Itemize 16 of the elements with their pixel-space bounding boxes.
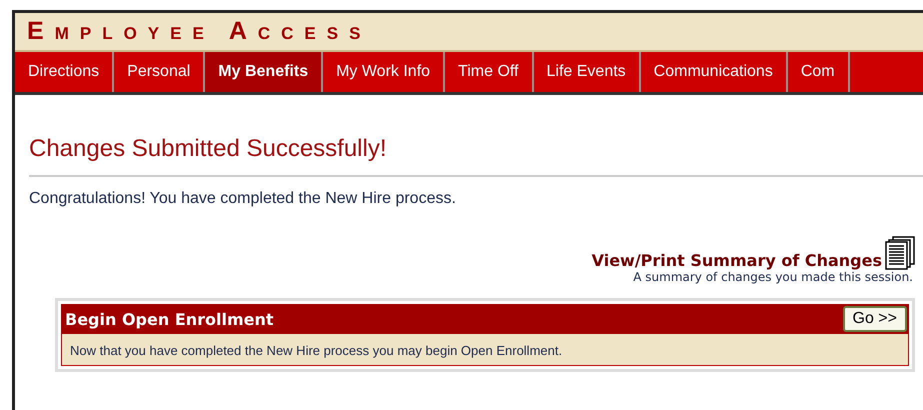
go-button[interactable]: Go >>	[842, 306, 907, 332]
summary-caption: A summary of changes you made this session.	[633, 270, 913, 284]
nav-tab[interactable]: My Work Info	[323, 52, 446, 92]
summary-link[interactable]: View/Print Summary of Changes	[592, 251, 882, 270]
page-heading: Changes Submitted Successfully!	[29, 135, 923, 177]
panel-title: Begin Open Enrollment	[65, 310, 274, 328]
nav-tab[interactable]: Com	[788, 52, 850, 92]
panel-text: Now that you have completed the New Hire process you may begin Open Enrollment.	[70, 343, 562, 358]
nav-tab[interactable]: Directions	[15, 52, 114, 92]
nav-tab[interactable]: Communications	[640, 52, 788, 92]
app-title: EMPLOYEE ACCESS	[27, 17, 372, 46]
confirmation-message: Congratulations! You have completed the New Hire process.	[29, 190, 457, 208]
document-icon	[885, 236, 915, 270]
nav-tab[interactable]: Life Events	[534, 52, 641, 92]
nav-tab[interactable]: My Benefits	[205, 52, 324, 92]
nav-tab[interactable]: Time Off	[445, 52, 534, 92]
